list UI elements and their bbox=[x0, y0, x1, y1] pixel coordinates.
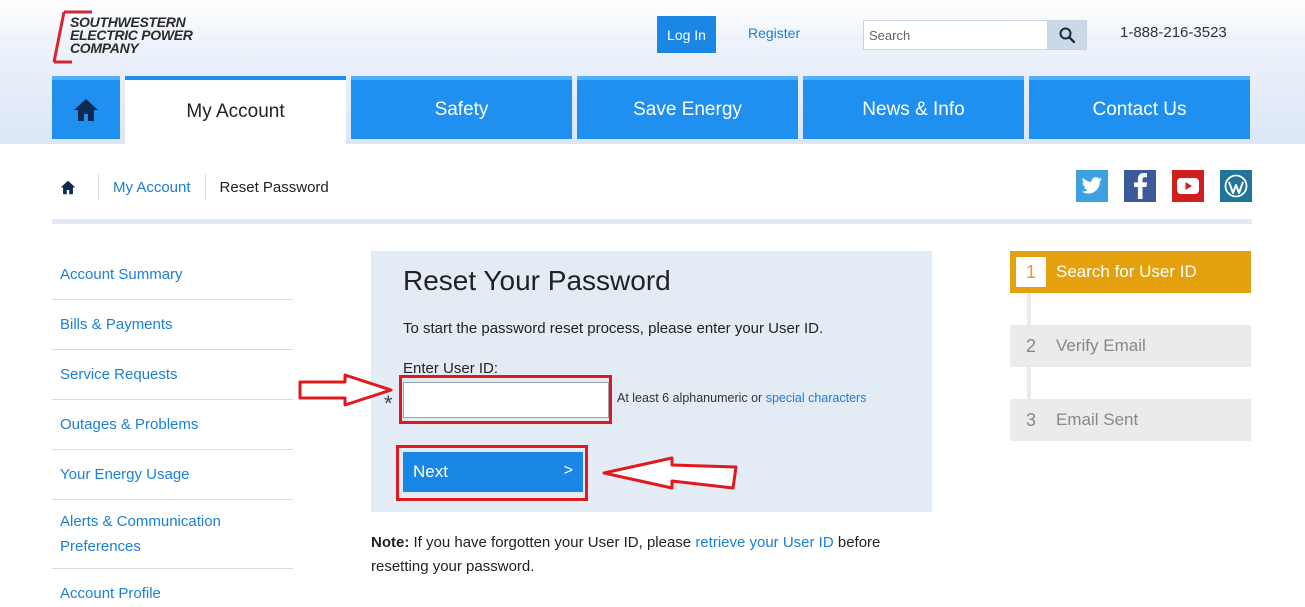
breadcrumb-my-account[interactable]: My Account bbox=[113, 179, 191, 196]
home-icon bbox=[60, 180, 76, 194]
chevron-right-icon: > bbox=[563, 462, 573, 479]
next-button[interactable]: Next > bbox=[403, 452, 583, 492]
intro-text: To start the password reset process, ple… bbox=[403, 320, 824, 337]
twitter-icon[interactable] bbox=[1076, 170, 1108, 202]
wordpress-icon[interactable] bbox=[1220, 170, 1252, 202]
logo-text: SOUTHWESTERN ELECTRIC POWER COMPANY bbox=[70, 15, 193, 56]
breadcrumb: My Account Reset Password bbox=[52, 172, 329, 202]
company-logo[interactable]: SOUTHWESTERN ELECTRIC POWER COMPANY bbox=[52, 10, 202, 64]
search-icon bbox=[1059, 27, 1075, 43]
hint-text: At least 6 alphanumeric or bbox=[617, 391, 763, 405]
nav-save-energy[interactable]: Save Energy bbox=[577, 76, 798, 139]
breadcrumb-home[interactable] bbox=[52, 180, 84, 195]
step-number: 1 bbox=[1016, 257, 1046, 287]
step-label: Email Sent bbox=[1056, 410, 1139, 429]
youtube-play-icon bbox=[1177, 178, 1199, 194]
step-label: Search for User ID bbox=[1056, 262, 1197, 281]
user-id-hint: At least 6 alphanumeric or special chara… bbox=[617, 391, 866, 405]
note-text-before: If you have forgotten your User ID, plea… bbox=[409, 534, 696, 551]
breadcrumb-current: Reset Password bbox=[219, 178, 329, 196]
nav-news-info[interactable]: News & Info bbox=[803, 76, 1024, 139]
home-icon bbox=[74, 98, 98, 121]
sidebar-item-outages-problems[interactable]: Outages & Problems bbox=[52, 400, 293, 450]
youtube-icon[interactable] bbox=[1172, 170, 1204, 202]
sidebar-item-bills-payments[interactable]: Bills & Payments bbox=[52, 300, 293, 350]
step-verify-email: 2 Verify Email bbox=[1010, 325, 1251, 367]
step-connector bbox=[1027, 367, 1031, 399]
sidebar-item-alerts-preferences[interactable]: Alerts & Communication Preferences bbox=[52, 500, 293, 569]
step-label: Verify Email bbox=[1056, 336, 1146, 355]
search-input[interactable] bbox=[864, 21, 1048, 49]
sidebar-item-account-profile[interactable]: Account Profile bbox=[52, 569, 293, 607]
logo-line-3: COMPANY bbox=[70, 40, 139, 56]
content-divider bbox=[52, 219, 1252, 224]
phone-number[interactable]: 1-888-216-3523 bbox=[1120, 24, 1227, 41]
search-button[interactable] bbox=[1047, 21, 1086, 49]
step-number: 3 bbox=[1025, 409, 1036, 430]
next-button-label: Next bbox=[413, 462, 448, 481]
sidebar-item-service-requests[interactable]: Service Requests bbox=[52, 350, 293, 400]
search-box bbox=[863, 20, 1087, 50]
sidebar: Account Summary Bills & Payments Service… bbox=[52, 250, 293, 607]
sidebar-item-energy-usage[interactable]: Your Energy Usage bbox=[52, 450, 293, 500]
retrieve-user-id-link[interactable]: retrieve your User ID bbox=[695, 534, 833, 551]
arrow-left-annotation-icon bbox=[602, 456, 738, 490]
breadcrumb-separator bbox=[204, 174, 206, 200]
step-number: 2 bbox=[1025, 335, 1036, 356]
breadcrumb-separator bbox=[98, 174, 99, 200]
note-label: Note: bbox=[371, 534, 410, 551]
wordpress-logo-icon bbox=[1224, 174, 1248, 198]
nav-home[interactable] bbox=[52, 76, 120, 139]
special-characters-link[interactable]: special characters bbox=[766, 391, 867, 405]
facebook-icon[interactable] bbox=[1124, 170, 1156, 202]
nav-contact-us[interactable]: Contact Us bbox=[1029, 76, 1250, 139]
login-button[interactable]: Log In bbox=[657, 16, 716, 53]
forgot-user-id-note: Note: If you have forgotten your User ID… bbox=[371, 531, 932, 579]
twitter-bird-icon bbox=[1081, 177, 1102, 194]
nav-safety[interactable]: Safety bbox=[351, 76, 572, 139]
nav-my-account[interactable]: My Account bbox=[125, 76, 346, 144]
sidebar-item-account-summary[interactable]: Account Summary bbox=[52, 250, 293, 300]
arrow-right-annotation-icon bbox=[298, 373, 393, 407]
facebook-f-icon bbox=[1134, 173, 1148, 199]
step-search-user-id: 1 Search for User ID bbox=[1010, 251, 1251, 293]
page-title: Reset Your Password bbox=[403, 265, 671, 296]
user-id-input[interactable] bbox=[403, 382, 609, 418]
step-email-sent: 3 Email Sent bbox=[1010, 399, 1251, 441]
register-link[interactable]: Register bbox=[748, 25, 800, 41]
step-connector bbox=[1027, 293, 1031, 325]
